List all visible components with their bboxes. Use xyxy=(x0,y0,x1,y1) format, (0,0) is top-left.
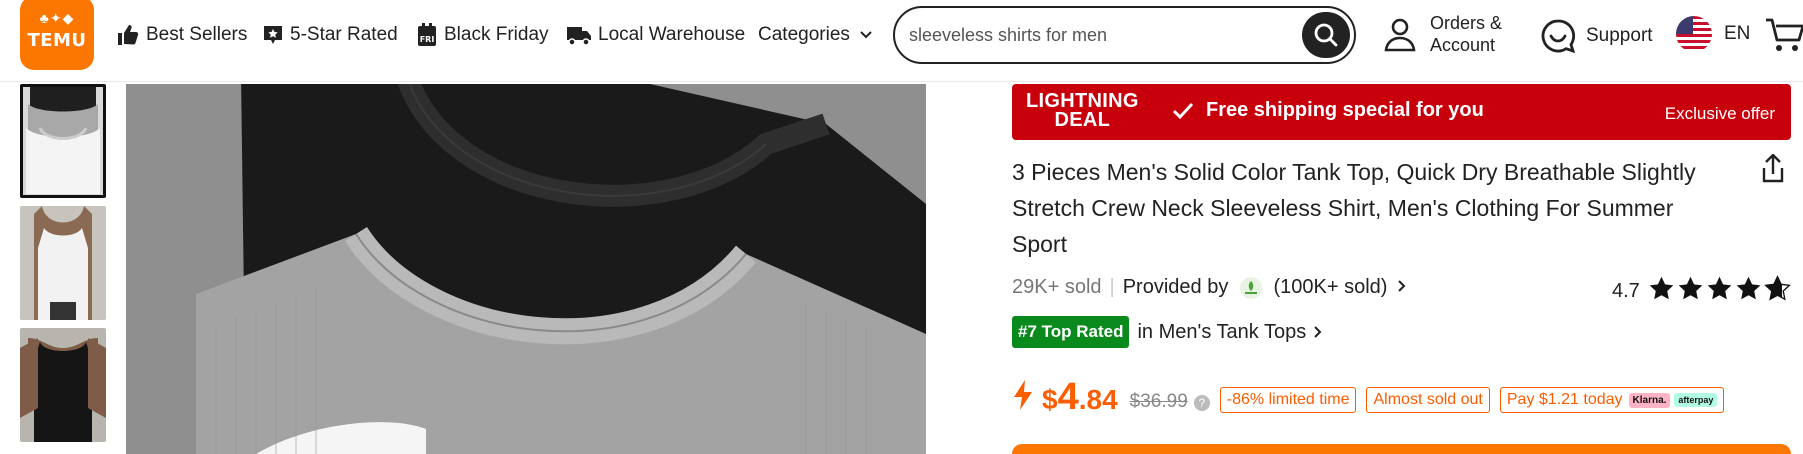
chevron-down-icon xyxy=(860,31,872,39)
nav-label: Best Sellers xyxy=(146,24,248,45)
provided-by-label: Provided by xyxy=(1122,276,1229,298)
thumbnail-1[interactable] xyxy=(20,84,106,198)
logo-glyphs: ♣✦◆ xyxy=(39,10,75,26)
language-selector[interactable]: EN xyxy=(1676,16,1750,52)
price-currency: $ xyxy=(1042,384,1058,415)
original-price: $36.99 xyxy=(1129,391,1188,412)
search-button[interactable] xyxy=(1302,12,1350,58)
nav-label: 5-Star Rated xyxy=(290,24,398,45)
lightning-deal-banner: LIGHTNING DEAL Free shipping special for… xyxy=(1012,84,1791,140)
rating-summary[interactable]: 4.7 xyxy=(1612,274,1793,303)
cart-icon xyxy=(1766,18,1803,51)
star-icon xyxy=(1707,276,1732,300)
top-rated-info[interactable]: #7 Top Rated in Men's Tank Tops xyxy=(1012,316,1324,348)
afterpay-logo: afterpay xyxy=(1674,393,1718,407)
star-half-icon xyxy=(1763,275,1791,301)
support-link[interactable]: Support xyxy=(1540,18,1653,54)
star-icon xyxy=(1736,276,1761,300)
rating-value: 4.7 xyxy=(1612,280,1640,302)
price-row: $ 4 .84 $36.99 ? -86% limited time Almos… xyxy=(1012,376,1725,419)
orders-account[interactable]: Orders & Account xyxy=(1382,12,1502,56)
free-shipping-notice: Free shipping special for you xyxy=(1172,99,1484,122)
sales-info: 29K+ sold | Provided by (100K+ sold) xyxy=(1012,276,1407,299)
lightning-icon xyxy=(1014,380,1032,410)
seller-link[interactable]: Provided by (100K+ sold) xyxy=(1123,276,1407,299)
klarna-logo: Klarna. xyxy=(1628,392,1671,408)
lightning-line2: DEAL xyxy=(1054,109,1111,131)
temu-logo[interactable]: ♣✦◆ TEMU xyxy=(20,0,94,70)
nav-label: Black Friday xyxy=(444,24,549,45)
sold-count: 29K+ sold xyxy=(1012,276,1102,298)
check-icon xyxy=(1172,102,1194,119)
pay-later-tag[interactable]: Pay $1.21 today Klarna. afterpay xyxy=(1499,387,1725,413)
black-friday-icon: FRI xyxy=(418,23,436,46)
search-input[interactable] xyxy=(909,8,1289,62)
account-line1: Orders & xyxy=(1430,13,1503,33)
free-shipping-text: Free shipping special for you xyxy=(1206,99,1484,121)
search-bar xyxy=(893,6,1356,64)
main-product-image[interactable] xyxy=(126,84,926,454)
share-button[interactable] xyxy=(1760,153,1786,189)
product-title: 3 Pieces Men's Solid Color Tank Top, Qui… xyxy=(1012,159,1696,257)
nav-label: Categories xyxy=(758,24,850,45)
seller-logo-icon xyxy=(1239,276,1262,299)
cart-button[interactable] xyxy=(1764,14,1803,59)
top-rated-badge: #7 Top Rated xyxy=(1012,316,1130,348)
search-icon xyxy=(1314,23,1338,47)
discount-tag: -86% limited time xyxy=(1219,387,1357,413)
price-info-icon[interactable]: ? xyxy=(1193,395,1210,411)
account-line2: Account xyxy=(1430,35,1496,55)
support-label: Support xyxy=(1586,25,1653,46)
nav-categories[interactable]: Categories xyxy=(758,22,880,48)
language-label: EN xyxy=(1724,23,1751,44)
add-to-cart-button[interactable] xyxy=(1012,444,1791,454)
chevron-right-icon xyxy=(1398,280,1406,292)
nav-label: Local Warehouse xyxy=(598,24,746,45)
pay-later-text: Pay $1.21 today xyxy=(1506,391,1623,408)
nav-black-friday[interactable]: FRI Black Friday xyxy=(416,22,549,48)
logo-text: TEMU xyxy=(27,30,87,51)
price-integer: 4 xyxy=(1057,376,1079,418)
chevron-right-icon xyxy=(1314,326,1322,338)
star-icon xyxy=(1649,276,1674,300)
thumbs-up-icon xyxy=(118,25,139,45)
star-badge-icon xyxy=(264,26,282,44)
share-icon xyxy=(1762,153,1784,183)
price-decimal: .84 xyxy=(1078,384,1118,415)
lightning-deal-label: LIGHTNING DEAL xyxy=(1026,91,1139,131)
exclusive-offer: Exclusive offer xyxy=(1664,104,1775,123)
user-icon xyxy=(1384,18,1416,52)
us-flag-icon xyxy=(1676,16,1712,52)
thumbnail-list xyxy=(20,84,107,450)
top-header: ♣✦◆ TEMU Best Sellers 5-Star Rated FRI B… xyxy=(0,0,1803,82)
seller-sold: (100K+ sold) xyxy=(1273,276,1388,298)
current-price: $ 4 .84 xyxy=(1042,376,1118,419)
nav-five-star-rated[interactable]: 5-Star Rated xyxy=(262,22,398,48)
nav-best-sellers[interactable]: Best Sellers xyxy=(116,22,247,48)
support-chat-icon xyxy=(1541,19,1576,54)
svg-text:FRI: FRI xyxy=(420,35,435,44)
stock-tag: Almost sold out xyxy=(1366,387,1490,413)
truck-icon xyxy=(567,27,591,46)
nav-local-warehouse[interactable]: Local Warehouse xyxy=(566,22,745,48)
star-icon xyxy=(1678,276,1703,300)
top-rated-category: in Men's Tank Tops xyxy=(1137,320,1307,343)
thumbnail-2[interactable] xyxy=(20,206,106,320)
thumbnail-3[interactable] xyxy=(20,328,106,442)
divider: | xyxy=(1109,276,1115,298)
product-page: ♣✦◆ TEMU Best Sellers 5-Star Rated FRI B… xyxy=(0,0,1803,454)
